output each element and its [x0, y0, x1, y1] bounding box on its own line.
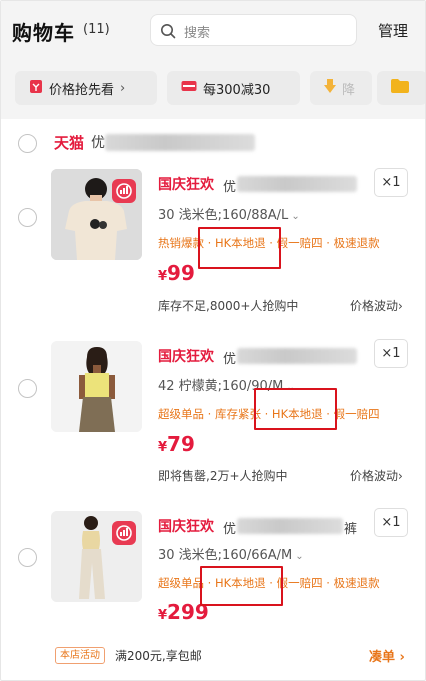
chevron-down-icon: ⌄: [295, 551, 304, 562]
currency-symbol: ¥: [158, 608, 168, 623]
sku-selector[interactable]: 30 浅米色;160/88A/L ⌄: [158, 204, 300, 223]
store-name-redacted: [105, 134, 255, 151]
product-name-tail[interactable]: 优: [223, 176, 236, 195]
add-more-label: 凑单: [369, 650, 396, 665]
store-name-tail: 优: [91, 135, 105, 151]
filter-coupon[interactable]: 每300减30: [167, 71, 300, 105]
product-name-tail[interactable]: 优: [223, 348, 236, 367]
tank-model-image: [51, 341, 142, 432]
product-select-radio[interactable]: [18, 548, 37, 567]
highlight-box: [198, 227, 281, 269]
store-name[interactable]: 天猫: [54, 132, 84, 153]
filter-price-preview[interactable]: 价格抢先看 ›: [15, 71, 157, 105]
product-name-tail[interactable]: 优: [223, 518, 236, 537]
currency-symbol: ¥: [158, 440, 168, 455]
chevron-right-icon: ›: [398, 469, 403, 483]
price-wave-link[interactable]: 价格波动›: [350, 467, 403, 484]
shop-activity-badge: 本店活动: [55, 647, 105, 664]
stock-status: 即将售罄,2万+人抢购中: [158, 469, 288, 483]
product-name-redacted: [237, 348, 357, 364]
price-drop-icon: [324, 79, 336, 97]
chevron-down-icon: ⌄: [291, 211, 300, 222]
chevron-right-icon: ›: [398, 299, 403, 313]
manage-button[interactable]: 管理: [378, 20, 408, 41]
search-icon: [161, 24, 176, 39]
product-thumbnail[interactable]: [51, 169, 142, 260]
product-select-radio[interactable]: [18, 379, 37, 398]
product-name-suffix: 裤: [344, 522, 358, 537]
price: ¥99: [158, 261, 195, 285]
chevron-right-icon: ›: [120, 80, 126, 96]
quantity-box[interactable]: ×1: [374, 168, 408, 197]
quantity-box[interactable]: ×1: [374, 508, 408, 537]
filter-label: 降: [342, 82, 356, 98]
folder-icon: [391, 79, 409, 97]
filter-price-drop[interactable]: 降: [310, 71, 372, 105]
store-select-radio[interactable]: [18, 134, 37, 153]
coupon-icon: [181, 80, 197, 96]
product-thumbnail[interactable]: [51, 511, 142, 602]
currency-symbol: ¥: [158, 269, 168, 284]
product-name-redacted: [237, 176, 357, 192]
stock-status: 库存不足,8000+人抢购中: [158, 299, 299, 313]
cart-screen: 购物车 (11) 搜索 管理 价格抢先看 › 每300减30 降 天猫 优 国庆…: [0, 0, 426, 681]
product-name-redacted: [237, 518, 343, 534]
promo-badge-icon: [112, 179, 136, 203]
price-tag-icon: [29, 79, 43, 98]
price-value: 99: [167, 261, 195, 285]
page-title: 购物车: [12, 21, 75, 45]
add-more-link[interactable]: 凑单 ›: [369, 646, 405, 665]
search-input[interactable]: 搜索: [150, 14, 357, 46]
price: ¥79: [158, 432, 195, 456]
price-wave-label: 价格波动: [350, 469, 399, 483]
highlight-box: [254, 388, 337, 430]
filter-folder[interactable]: [377, 71, 425, 105]
price-wave-link[interactable]: 价格波动›: [350, 297, 403, 314]
filter-label: 每300减30: [203, 82, 271, 98]
search-placeholder: 搜索: [184, 26, 211, 41]
sku-label: 30 浅米色;160/66A/M: [158, 548, 293, 563]
filter-label: 价格抢先看: [49, 82, 115, 98]
price-value: 79: [167, 432, 195, 456]
product-tag: 国庆狂欢: [158, 177, 214, 193]
product-select-radio[interactable]: [18, 208, 37, 227]
chevron-right-icon: ›: [399, 650, 405, 665]
product-tag: 国庆狂欢: [158, 519, 214, 535]
product-tag: 国庆狂欢: [158, 349, 214, 365]
cart-count: (11): [83, 22, 110, 37]
promo-badge-icon: [112, 521, 136, 545]
product-thumbnail[interactable]: [51, 341, 142, 432]
shipping-info: 满200元,享包邮: [115, 649, 202, 663]
highlight-box: [200, 566, 283, 606]
sku-selector[interactable]: 30 浅米色;160/66A/M ⌄: [158, 544, 304, 563]
quantity-box[interactable]: ×1: [374, 339, 408, 368]
price-wave-label: 价格波动: [350, 299, 399, 313]
sku-label: 30 浅米色;160/88A/L: [158, 208, 289, 223]
